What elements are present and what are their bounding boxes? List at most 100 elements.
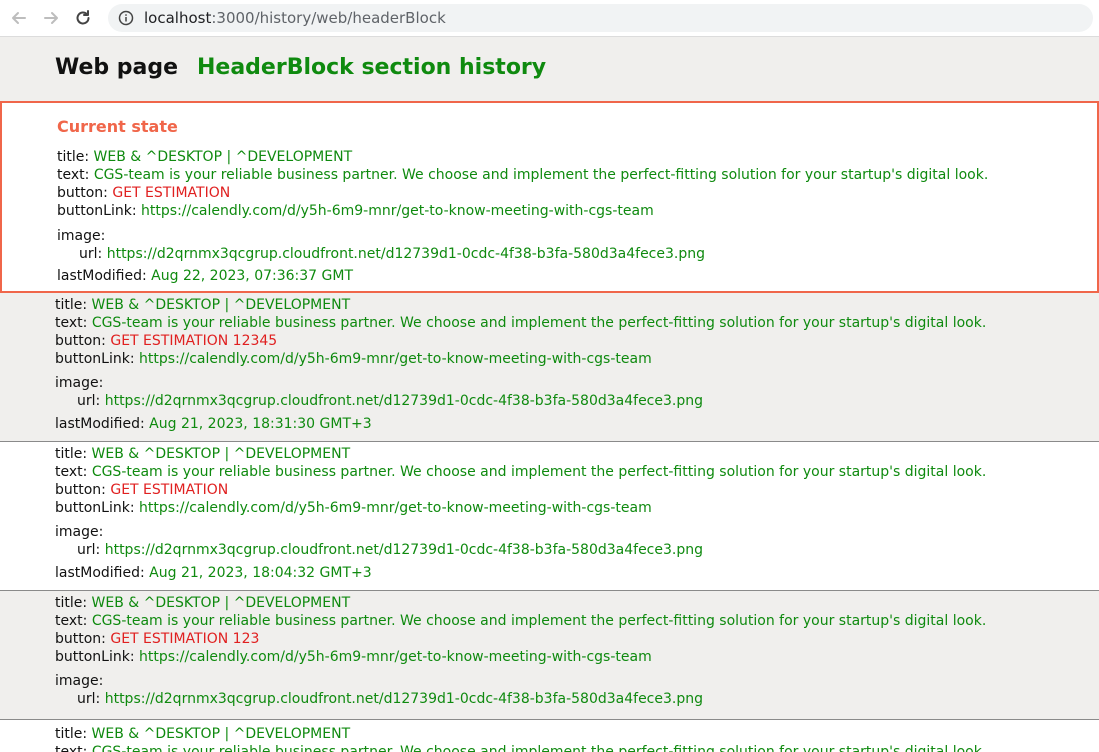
field-value: WEB & ^DESKTOP | ^DEVELOPMENT — [91, 297, 351, 313]
url-path: :3000/history/web/headerBlock — [211, 9, 446, 27]
field-text: text: CGS-team is your reliable business… — [55, 463, 986, 481]
field-image: image: — [57, 227, 105, 245]
field-text: text: CGS-team is your reliable business… — [55, 314, 986, 332]
field-label: lastModified: — [55, 416, 145, 432]
reload-button[interactable] — [70, 5, 96, 31]
reload-icon — [76, 10, 90, 25]
field-label: title: — [57, 149, 90, 165]
field-title: title: WEB & ^DESKTOP | ^DEVELOPMENT — [55, 594, 350, 612]
field-value: CGS-team is your reliable business partn… — [91, 744, 987, 752]
field-value: WEB & ^DESKTOP | ^DEVELOPMENT — [91, 726, 351, 742]
field-label: button: — [55, 482, 106, 498]
field-value: CGS-team is your reliable business partn… — [91, 613, 987, 629]
field-text: text: CGS-team is your reliable business… — [55, 743, 986, 752]
field-value: WEB & ^DESKTOP | ^DEVELOPMENT — [91, 595, 351, 611]
field-value: https://calendly.com/d/y5h-6m9-mnr/get-t… — [139, 500, 652, 516]
field-buttonlink: buttonLink: https://calendly.com/d/y5h-6… — [55, 350, 652, 368]
field-value: Aug 22, 2023, 07:36:37 GMT — [151, 268, 354, 284]
field-label: image: — [55, 673, 104, 689]
info-icon[interactable] — [118, 10, 134, 26]
back-button[interactable] — [6, 5, 32, 31]
field-label: text: — [55, 613, 88, 629]
field-label: text: — [55, 744, 88, 752]
field-label: button: — [55, 333, 106, 349]
current-state-heading: Current state — [57, 117, 178, 136]
arrow-right-icon — [44, 12, 58, 24]
field-lastmodified: lastModified: Aug 22, 2023, 07:36:37 GMT — [57, 267, 353, 285]
current-state-card: Current state title: WEB & ^DESKTOP | ^D… — [0, 101, 1099, 293]
field-value: https://calendly.com/d/y5h-6m9-mnr/get-t… — [139, 351, 652, 367]
field-value: GET ESTIMATION — [110, 482, 229, 498]
field-label: lastModified: — [57, 268, 147, 284]
address-bar[interactable]: localhost:3000/history/web/headerBlock — [108, 4, 1093, 32]
history-entry: title: WEB & ^DESKTOP | ^DEVELOPMENT tex… — [0, 293, 1099, 442]
field-label: lastModified: — [55, 565, 145, 581]
field-title: title: WEB & ^DESKTOP | ^DEVELOPMENT — [57, 148, 352, 166]
field-image-url: url: https://d2qrnmx3qcgrup.cloudfront.n… — [77, 690, 703, 708]
field-label: title: — [55, 446, 88, 462]
field-button: button: GET ESTIMATION — [57, 184, 230, 202]
field-label: url: — [77, 691, 101, 707]
field-value: https://calendly.com/d/y5h-6m9-mnr/get-t… — [141, 203, 654, 219]
history-entry: title: WEB & ^DESKTOP | ^DEVELOPMENT tex… — [0, 721, 1099, 752]
field-label: title: — [55, 726, 88, 742]
field-text: text: CGS-team is your reliable business… — [57, 166, 988, 184]
field-label: image: — [55, 524, 104, 540]
field-label: url: — [77, 393, 101, 409]
field-image: image: — [55, 523, 103, 541]
field-label: text: — [55, 464, 88, 480]
page-header: Web page HeaderBlock section history — [0, 37, 1099, 101]
field-value: https://d2qrnmx3qcgrup.cloudfront.net/d1… — [104, 691, 703, 707]
field-title: title: WEB & ^DESKTOP | ^DEVELOPMENT — [55, 296, 350, 314]
field-label: buttonLink: — [55, 649, 135, 665]
url-text[interactable]: localhost:3000/history/web/headerBlock — [144, 9, 446, 27]
url-host: localhost — [144, 9, 212, 27]
field-label: text: — [57, 167, 90, 183]
field-value: Aug 21, 2023, 18:04:32 GMT+3 — [149, 565, 372, 581]
field-label: title: — [55, 595, 88, 611]
field-lastmodified: lastModified: Aug 21, 2023, 18:31:30 GMT… — [55, 415, 372, 433]
field-label: buttonLink: — [55, 500, 135, 516]
field-value: GET ESTIMATION 12345 — [110, 333, 278, 349]
field-label: button: — [57, 185, 108, 201]
page-title: Web page — [55, 55, 179, 80]
field-label: title: — [55, 297, 88, 313]
field-label: url: — [77, 542, 101, 558]
field-image: image: — [55, 672, 103, 690]
arrow-left-icon — [12, 12, 26, 24]
field-value: https://d2qrnmx3qcgrup.cloudfront.net/d1… — [104, 393, 703, 409]
field-image-url: url: https://d2qrnmx3qcgrup.cloudfront.n… — [77, 541, 703, 559]
field-image: image: — [55, 374, 103, 392]
field-value: https://d2qrnmx3qcgrup.cloudfront.net/d1… — [104, 542, 703, 558]
field-value: CGS-team is your reliable business partn… — [93, 167, 989, 183]
field-value: WEB & ^DESKTOP | ^DEVELOPMENT — [93, 149, 353, 165]
field-label: url: — [79, 246, 103, 262]
field-buttonlink: buttonLink: https://calendly.com/d/y5h-6… — [57, 202, 654, 220]
field-button: button: GET ESTIMATION 123 — [55, 630, 259, 648]
field-title: title: WEB & ^DESKTOP | ^DEVELOPMENT — [55, 725, 350, 743]
browser-toolbar: localhost:3000/history/web/headerBlock — [0, 0, 1099, 37]
field-button: button: GET ESTIMATION 12345 — [55, 332, 277, 350]
field-image-url: url: https://d2qrnmx3qcgrup.cloudfront.n… — [77, 392, 703, 410]
field-value: CGS-team is your reliable business partn… — [91, 464, 987, 480]
history-entry: title: WEB & ^DESKTOP | ^DEVELOPMENT tex… — [0, 591, 1099, 720]
field-value: Aug 21, 2023, 18:31:30 GMT+3 — [149, 416, 372, 432]
field-value: https://calendly.com/d/y5h-6m9-mnr/get-t… — [139, 649, 652, 665]
field-value: CGS-team is your reliable business partn… — [91, 315, 987, 331]
field-title: title: WEB & ^DESKTOP | ^DEVELOPMENT — [55, 445, 350, 463]
field-label: buttonLink: — [55, 351, 135, 367]
field-label: text: — [55, 315, 88, 331]
field-label: image: — [57, 228, 106, 244]
field-button: button: GET ESTIMATION — [55, 481, 228, 499]
history-entry: title: WEB & ^DESKTOP | ^DEVELOPMENT tex… — [0, 442, 1099, 591]
field-buttonlink: buttonLink: https://calendly.com/d/y5h-6… — [55, 648, 652, 666]
field-value: GET ESTIMATION 123 — [110, 631, 260, 647]
forward-button[interactable] — [38, 5, 64, 31]
field-value: GET ESTIMATION — [112, 185, 231, 201]
field-lastmodified: lastModified: Aug 21, 2023, 18:04:32 GMT… — [55, 564, 372, 582]
field-label: buttonLink: — [57, 203, 137, 219]
field-value: WEB & ^DESKTOP | ^DEVELOPMENT — [91, 446, 351, 462]
field-label: button: — [55, 631, 106, 647]
field-value: https://d2qrnmx3qcgrup.cloudfront.net/d1… — [106, 246, 705, 262]
field-label: image: — [55, 375, 104, 391]
